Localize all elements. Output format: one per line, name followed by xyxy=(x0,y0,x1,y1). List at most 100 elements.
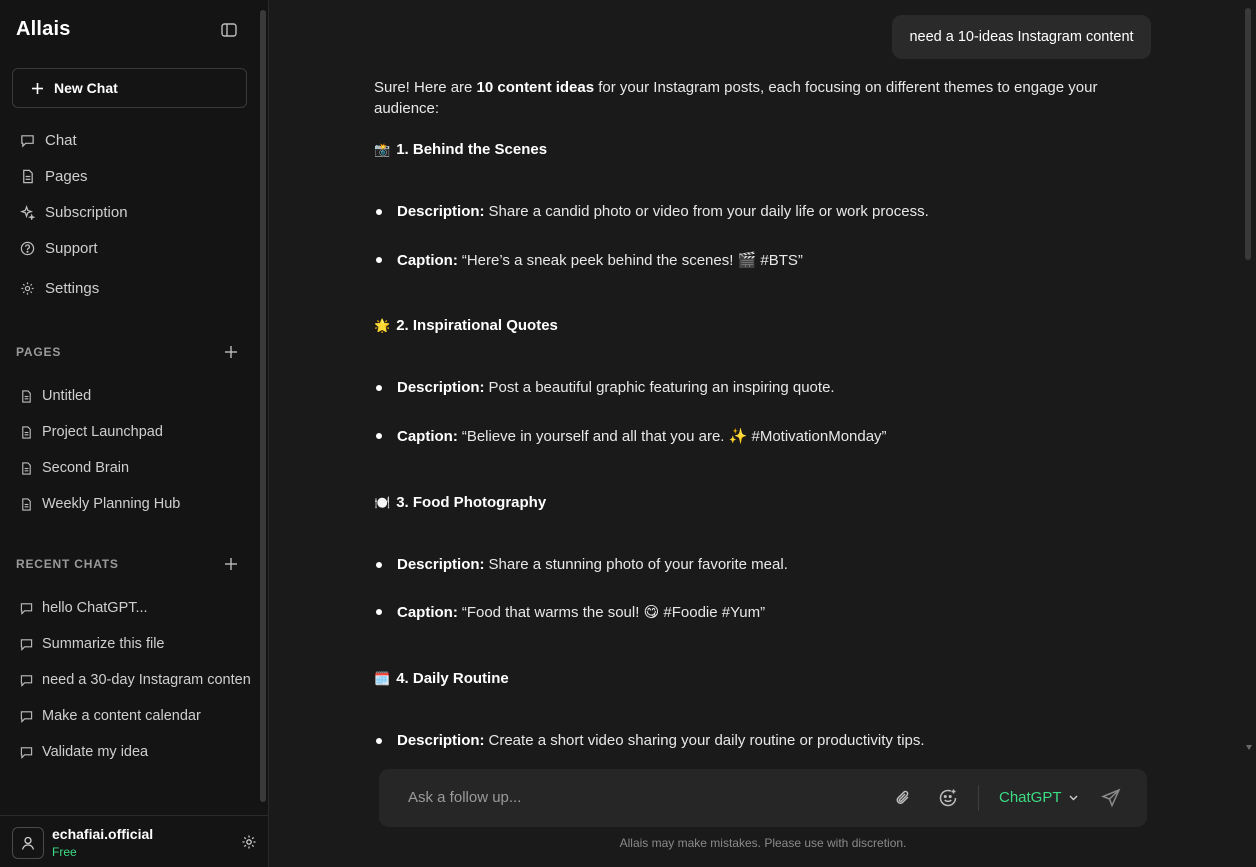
model-selector[interactable]: ChatGPT xyxy=(999,789,1079,806)
scroll-down-arrow-icon[interactable] xyxy=(1246,745,1252,750)
nav-item-subscription[interactable]: Subscription xyxy=(20,201,128,223)
nav-item-pages[interactable]: Pages xyxy=(20,165,88,187)
calendar-icon: 🗓️ xyxy=(374,670,391,686)
nav-item-chat[interactable]: Chat xyxy=(20,129,77,151)
caption-label: Caption: xyxy=(397,427,458,445)
nav-label: Subscription xyxy=(45,203,128,221)
desc-label: Description: xyxy=(397,379,485,396)
recent-chat-item[interactable]: Make a content calendar xyxy=(20,705,201,727)
follow-up-input[interactable] xyxy=(408,789,828,806)
paperclip-icon[interactable] xyxy=(893,788,913,808)
page-item-label: Weekly Planning Hub xyxy=(42,496,181,512)
plate-icon: 🍽️ xyxy=(374,494,391,510)
help-circle-icon xyxy=(20,241,35,255)
gear-icon[interactable] xyxy=(241,834,257,850)
sparkle-icon xyxy=(20,204,35,220)
list-item: Description: Post a beautiful graphic fea… xyxy=(374,379,835,396)
idea-heading: 🗓️ 4. Daily Routine xyxy=(374,670,509,687)
nav-label: Pages xyxy=(45,167,88,185)
intro-prefix: Sure! Here are xyxy=(374,79,477,96)
idea-title: 4. Daily Routine xyxy=(396,670,509,687)
new-chat-label: New Chat xyxy=(54,80,118,96)
desc-label: Description: xyxy=(397,556,485,573)
page-item[interactable]: Weekly Planning Hub xyxy=(20,493,180,515)
idea-title: 3. Food Photography xyxy=(396,494,547,511)
nav-label: Support xyxy=(45,239,98,257)
idea-heading: 🍽️ 3. Food Photography xyxy=(374,494,546,511)
user-icon xyxy=(21,836,35,850)
user-profile-bar: echafiai.official Free xyxy=(0,815,268,867)
document-icon xyxy=(22,389,31,403)
document-icon xyxy=(23,169,33,183)
user-message-bubble: need a 10-ideas Instagram content xyxy=(892,15,1151,59)
avatar[interactable] xyxy=(12,827,44,859)
chat-bubble-icon xyxy=(20,710,33,723)
chat-bubble-icon xyxy=(20,746,33,759)
sidebar: Allais New Chat Chat Pages Subscription … xyxy=(0,0,269,867)
idea-title: 1. Behind the Scenes xyxy=(396,141,548,158)
send-icon[interactable] xyxy=(1101,788,1121,808)
disclaimer-text: Allais may make mistakes. Please use wit… xyxy=(619,836,907,850)
add-page-icon[interactable] xyxy=(223,344,239,360)
idea-title: 2. Inspirational Quotes xyxy=(396,317,558,334)
intro-bold: 10 content ideas xyxy=(476,79,595,96)
composer-divider xyxy=(978,785,979,811)
camera-icon: 📸 xyxy=(374,141,391,157)
recent-chat-label: hello ChatGPT... xyxy=(42,600,148,616)
chat-scrollbar[interactable] xyxy=(1245,8,1251,260)
recent-chat-item[interactable]: Validate my idea xyxy=(20,741,148,763)
sidebar-scrollbar[interactable] xyxy=(260,10,266,802)
recent-chat-label: Summarize this file xyxy=(42,636,165,652)
user-name: echafiai.official xyxy=(52,826,154,842)
list-item: Description: Share a stunning photo of yo… xyxy=(374,556,788,573)
page-item[interactable]: Project Launchpad xyxy=(20,421,163,443)
list-item: Caption: “Here’s a sneak peek behind the … xyxy=(374,251,803,269)
nav-label: Settings xyxy=(45,279,100,297)
caption-text: “Here’s a sneak peek behind the scenes! … xyxy=(461,252,803,269)
chevron-down-icon xyxy=(1069,795,1078,801)
page-item-label: Untitled xyxy=(42,388,92,404)
composer: ChatGPT xyxy=(379,769,1147,827)
sidebar-toggle-icon[interactable] xyxy=(220,21,238,39)
list-item: Caption: “Food that warms the soul! 😋 #Fo… xyxy=(374,603,765,621)
document-icon xyxy=(22,425,31,439)
chat-bubble-icon xyxy=(21,134,34,148)
recent-chat-item[interactable]: hello ChatGPT... xyxy=(20,597,148,619)
emoji-icon[interactable] xyxy=(938,788,958,808)
desc-label: Description: xyxy=(397,732,485,749)
recent-chat-label: Validate my idea xyxy=(42,744,149,760)
list-item: Description: Share a candid photo or vide… xyxy=(374,203,929,220)
page-item-label: Second Brain xyxy=(42,460,130,476)
nav-item-support[interactable]: Support xyxy=(20,237,98,259)
caption-text: “Food that warms the soul! 😋 #Foodie #Yu… xyxy=(461,604,766,621)
plus-icon xyxy=(32,82,43,94)
recent-chats-section-title: RECENT CHATS xyxy=(16,557,119,571)
nav-item-settings[interactable]: Settings xyxy=(20,277,99,299)
user-plan-badge: Free xyxy=(52,845,77,859)
star-icon: 🌟 xyxy=(374,317,391,333)
nav-label: Chat xyxy=(45,131,77,149)
caption-label: Caption: xyxy=(397,603,458,621)
gear-icon xyxy=(21,281,34,295)
sidebar-scroll-area: Allais New Chat Chat Pages Subscription … xyxy=(0,0,258,812)
recent-chat-item[interactable]: Summarize this file xyxy=(20,633,164,655)
assistant-intro: Sure! Here are 10 content ideas for your… xyxy=(374,77,1114,119)
page-item[interactable]: Second Brain xyxy=(20,457,129,479)
caption-label: Caption: xyxy=(397,251,458,269)
new-chat-button[interactable]: New Chat xyxy=(12,68,247,108)
desc-label: Description: xyxy=(397,203,485,220)
idea-heading: 📸 1. Behind the Scenes xyxy=(374,141,547,158)
app-logo: Allais xyxy=(16,18,71,40)
pages-section-title: PAGES xyxy=(16,345,62,359)
recent-chat-item[interactable]: need a 30-day Instagram conten xyxy=(20,669,251,691)
chat-bubble-icon xyxy=(20,674,33,687)
idea-heading: 🌟 2. Inspirational Quotes xyxy=(374,317,558,334)
chat-bubble-icon xyxy=(20,638,33,651)
add-chat-icon[interactable] xyxy=(223,556,239,572)
recent-chat-label: need a 30-day Instagram conten xyxy=(42,672,251,688)
page-item[interactable]: Untitled xyxy=(20,385,91,407)
caption-text: “Believe in yourself and all that you ar… xyxy=(461,428,887,445)
desc-text: Share a candid photo or video from your … xyxy=(488,203,929,220)
list-item: Caption: “Believe in yourself and all tha… xyxy=(374,427,887,445)
list-item: Description: Create a short video sharing… xyxy=(374,732,925,749)
